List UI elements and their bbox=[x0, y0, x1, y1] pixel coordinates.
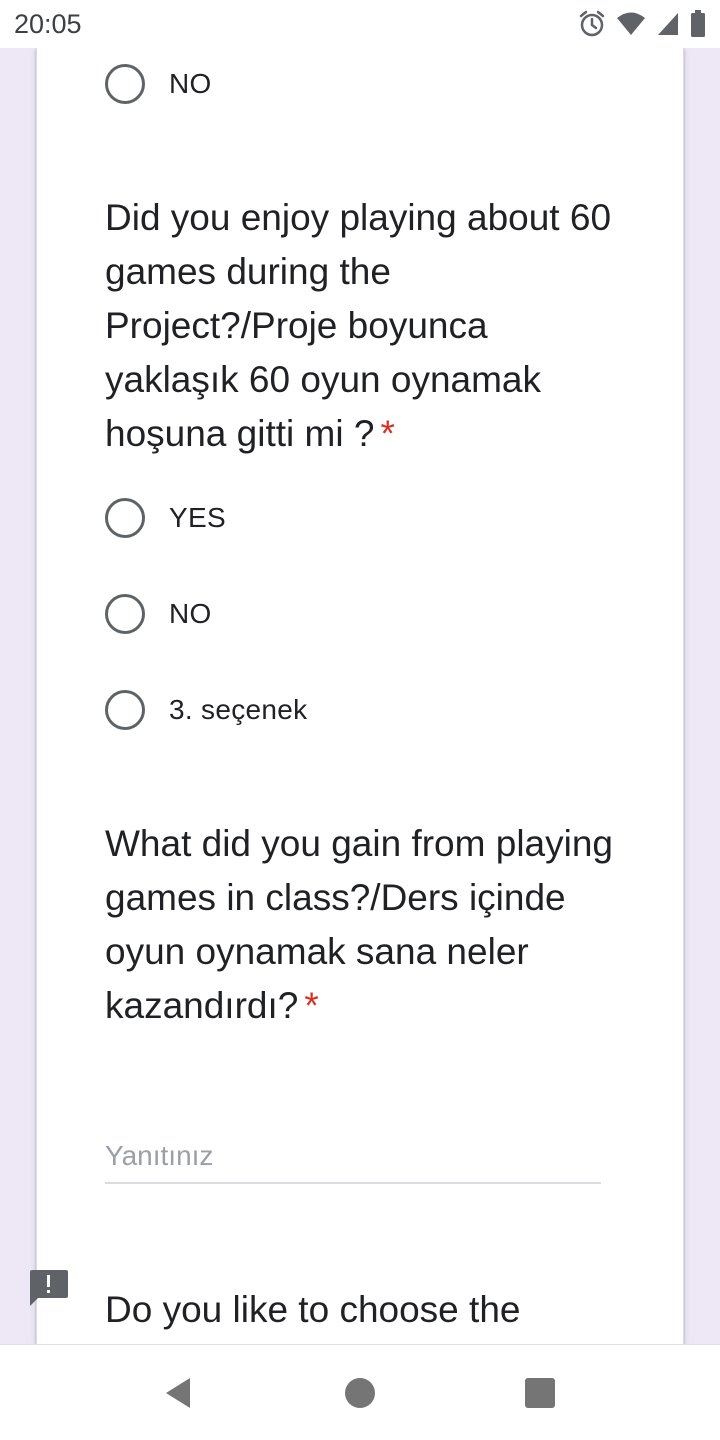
recents-button[interactable] bbox=[518, 1371, 562, 1415]
status-time: 20:05 bbox=[14, 8, 82, 39]
status-bar: 20:05 bbox=[0, 0, 720, 48]
navigation-bar bbox=[0, 1344, 720, 1440]
question-text: Do you like to choose the bbox=[105, 1289, 521, 1330]
radio-option-yes[interactable]: YES bbox=[105, 498, 226, 538]
signal-icon bbox=[656, 11, 680, 37]
radio-button[interactable] bbox=[105, 64, 145, 104]
radio-label: NO bbox=[169, 68, 212, 99]
radio-option-prev-no[interactable]: NO bbox=[105, 64, 212, 104]
alarm-icon bbox=[578, 10, 606, 38]
feedback-icon bbox=[30, 1270, 68, 1306]
home-icon bbox=[345, 1378, 375, 1408]
home-button[interactable] bbox=[338, 1371, 382, 1415]
required-mark: * bbox=[380, 413, 395, 454]
radio-button[interactable] bbox=[105, 594, 145, 634]
radio-label: YES bbox=[169, 502, 226, 533]
status-icons bbox=[578, 10, 706, 38]
form-card: NO Did you enjoy playing about 60 games … bbox=[36, 48, 684, 1344]
question-enjoy-title: Did you enjoy playing about 60 games dur… bbox=[105, 191, 625, 461]
back-button[interactable] bbox=[156, 1371, 200, 1415]
question-gain-title: What did you gain from playing games in … bbox=[105, 817, 625, 1033]
radio-option-no[interactable]: NO bbox=[105, 594, 212, 634]
required-mark: * bbox=[304, 985, 319, 1026]
recents-icon bbox=[525, 1378, 555, 1408]
feedback-button[interactable] bbox=[26, 1268, 70, 1308]
battery-icon bbox=[690, 10, 706, 38]
answer-input[interactable] bbox=[105, 1130, 601, 1184]
radio-button[interactable] bbox=[105, 498, 145, 538]
radio-label: 3. seçenek bbox=[169, 694, 308, 725]
radio-label: NO bbox=[169, 598, 212, 629]
question-text: What did you gain from playing games in … bbox=[105, 823, 613, 1026]
question-choose-title: Do you like to choose the bbox=[105, 1283, 625, 1337]
radio-button[interactable] bbox=[105, 690, 145, 730]
question-text: Did you enjoy playing about 60 games dur… bbox=[105, 197, 612, 454]
radio-option-3[interactable]: 3. seçenek bbox=[105, 690, 307, 730]
wifi-icon bbox=[616, 11, 646, 37]
back-icon bbox=[166, 1378, 190, 1408]
